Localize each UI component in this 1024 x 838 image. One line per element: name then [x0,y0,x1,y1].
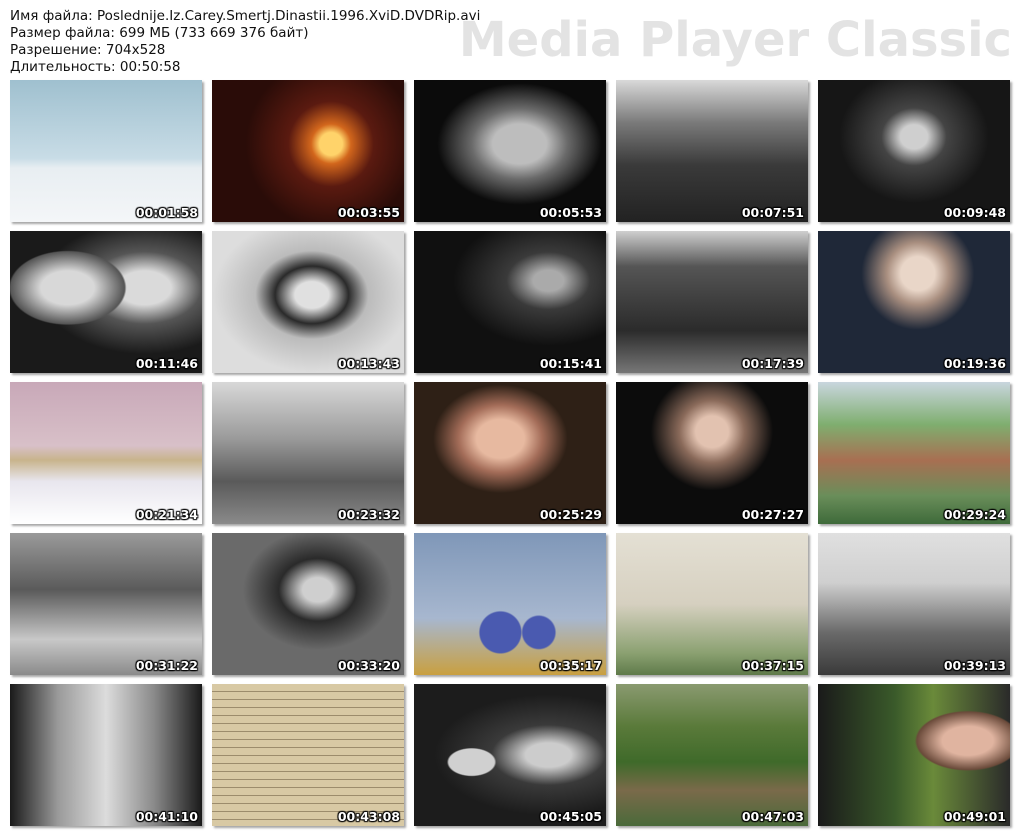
video-thumbnail: 00:41:10 [10,684,202,826]
thumbnail-frame-image [616,684,808,826]
video-thumbnail: 00:25:29 [414,382,606,524]
thumbnail-frame-image [10,382,202,524]
video-thumbnail: 00:03:55 [212,80,404,222]
thumbnail-frame-image [414,684,606,826]
video-thumbnail: 00:47:03 [616,684,808,826]
video-thumbnail: 00:49:01 [818,684,1010,826]
thumbnail-frame-image [10,80,202,222]
thumbnail-timestamp: 00:01:58 [135,205,198,220]
thumbnail-frame-image [818,684,1010,826]
thumbnail-frame-image [10,231,202,373]
thumbnail-grid: 00:01:58 00:03:55 00:05:53 00:07:51 00:09:48… [0,0,1024,838]
video-thumbnail: 00:23:32 [212,382,404,524]
video-thumbnail: 00:07:51 [616,80,808,222]
thumbnail-frame-image [414,382,606,524]
thumbnail-timestamp: 00:17:39 [741,356,804,371]
thumbnail-timestamp: 00:19:36 [943,356,1006,371]
thumbnail-timestamp: 00:47:03 [741,809,804,824]
thumbnail-timestamp: 00:33:20 [337,658,400,673]
thumbnail-timestamp: 00:07:51 [741,205,804,220]
video-thumbnail: 00:21:34 [10,382,202,524]
thumbnail-timestamp: 00:29:24 [943,507,1006,522]
thumbnail-frame-image [212,684,404,826]
thumbnail-timestamp: 00:05:53 [539,205,602,220]
thumbnail-frame-image [10,533,202,675]
thumbnail-frame-image [414,80,606,222]
thumbnail-timestamp: 00:13:43 [337,356,400,371]
video-thumbnail: 00:19:36 [818,231,1010,373]
video-thumbnail: 00:35:17 [414,533,606,675]
video-thumbnail: 00:27:27 [616,382,808,524]
thumbnail-timestamp: 00:45:05 [539,809,602,824]
thumbnail-frame-image [818,80,1010,222]
thumbnail-frame-image [414,533,606,675]
video-thumbnail: 00:43:08 [212,684,404,826]
thumbnail-frame-image [212,231,404,373]
video-thumbnail: 00:31:22 [10,533,202,675]
video-thumbnail: 00:17:39 [616,231,808,373]
video-thumbnail: 00:11:46 [10,231,202,373]
thumbnail-timestamp: 00:23:32 [337,507,400,522]
thumbnail-frame-image [818,533,1010,675]
video-thumbnail: 00:33:20 [212,533,404,675]
thumbnail-timestamp: 00:27:27 [741,507,804,522]
thumbnail-frame-image [616,231,808,373]
thumbnail-timestamp: 00:41:10 [135,809,198,824]
thumbnail-frame-image [616,533,808,675]
thumbnail-timestamp: 00:49:01 [943,809,1006,824]
thumbnail-frame-image [818,382,1010,524]
video-thumbnail: 00:09:48 [818,80,1010,222]
thumbnail-frame-image [616,80,808,222]
thumbnail-frame-image [818,231,1010,373]
thumbnail-frame-image [212,533,404,675]
video-thumbnail: 00:01:58 [10,80,202,222]
video-thumbnail: 00:05:53 [414,80,606,222]
thumbnail-timestamp: 00:09:48 [943,205,1006,220]
thumbnail-timestamp: 00:39:13 [943,658,1006,673]
thumbnail-timestamp: 00:25:29 [539,507,602,522]
thumbnail-frame-image [212,382,404,524]
video-thumbnail: 00:39:13 [818,533,1010,675]
video-thumbnail: 00:15:41 [414,231,606,373]
thumbnail-timestamp: 00:31:22 [135,658,198,673]
thumbnail-frame-image [10,684,202,826]
thumbnail-timestamp: 00:35:17 [539,658,602,673]
video-thumbnail: 00:29:24 [818,382,1010,524]
thumbnail-frame-image [616,382,808,524]
thumbnail-frame-image [414,231,606,373]
video-thumbnail: 00:45:05 [414,684,606,826]
thumbnail-timestamp: 00:43:08 [337,809,400,824]
thumbnail-timestamp: 00:37:15 [741,658,804,673]
thumbnail-timestamp: 00:21:34 [135,507,198,522]
thumbnail-timestamp: 00:15:41 [539,356,602,371]
thumbnail-timestamp: 00:03:55 [337,205,400,220]
video-thumbnail: 00:37:15 [616,533,808,675]
video-thumbnail: 00:13:43 [212,231,404,373]
thumbnail-timestamp: 00:11:46 [135,356,198,371]
thumbnail-frame-image [212,80,404,222]
